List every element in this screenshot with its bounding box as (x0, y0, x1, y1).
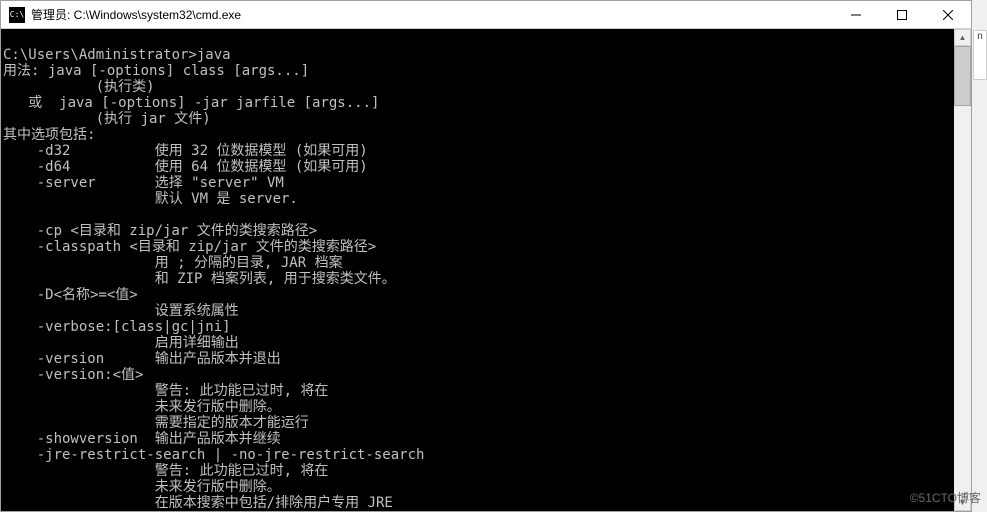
console-output[interactable]: C:\Users\Administrator>java 用法: java [-o… (1, 29, 954, 511)
adjacent-window-sliver: n (973, 30, 987, 80)
scroll-track[interactable] (954, 46, 971, 494)
window-controls (833, 1, 971, 28)
minimize-button[interactable] (833, 1, 879, 28)
console-area: C:\Users\Administrator>java 用法: java [-o… (1, 29, 971, 511)
scroll-up-button[interactable]: ▲ (954, 29, 971, 46)
vertical-scrollbar[interactable]: ▲ ▼ (954, 29, 971, 511)
scroll-thumb[interactable] (954, 46, 971, 106)
window-title: 管理员: C:\Windows\system32\cmd.exe (31, 6, 833, 23)
close-button[interactable] (925, 1, 971, 28)
cmd-icon: C:\ (9, 7, 25, 23)
maximize-button[interactable] (879, 1, 925, 28)
titlebar[interactable]: C:\ 管理员: C:\Windows\system32\cmd.exe (1, 1, 971, 29)
cmd-window: C:\ 管理员: C:\Windows\system32\cmd.exe C:\… (0, 0, 972, 512)
scroll-down-button[interactable]: ▼ (954, 494, 971, 511)
